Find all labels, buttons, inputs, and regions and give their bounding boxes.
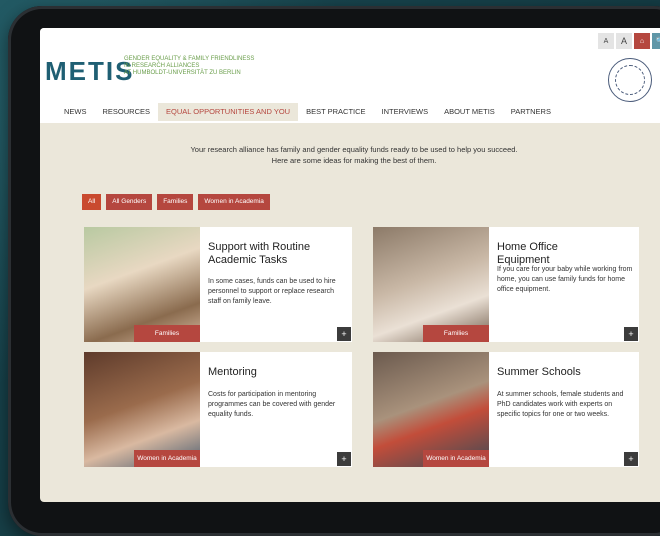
filter-families[interactable]: Families [157, 194, 194, 210]
university-seal-logo [608, 58, 652, 102]
card-title[interactable]: Support with Routine Academic Tasks [208, 241, 318, 267]
card-tag[interactable]: Women in Academia [134, 450, 200, 467]
card-title[interactable]: Home Office Equipment [497, 241, 607, 267]
expand-plus-icon[interactable]: + [337, 327, 351, 341]
font-smaller-button[interactable]: A [598, 33, 614, 49]
expand-plus-icon[interactable]: + [337, 452, 351, 466]
nav-about-metis[interactable]: ABOUT METIS [436, 103, 503, 121]
card-mentoring[interactable]: Mentoring Costs for participation in men… [84, 352, 352, 467]
search-icon[interactable]: 🔍 [652, 33, 660, 49]
metis-logo[interactable]: METIS [45, 56, 134, 87]
card-summer-schools[interactable]: Summer Schools At summer schools, female… [373, 352, 639, 467]
nav-interviews[interactable]: INTERVIEWS [374, 103, 437, 121]
card-tag[interactable]: Families [423, 325, 489, 342]
toolbar: A A ⌂ 🔍 [596, 33, 660, 49]
tablet-frame: METIS GENDER EQUALITY & FAMILY FRIENDLIN… [8, 6, 660, 536]
font-larger-button[interactable]: A [616, 33, 632, 49]
nav-resources[interactable]: RESOURCES [95, 103, 159, 121]
filter-women-in-academia[interactable]: Women in Academia [198, 194, 270, 210]
card-home-office-equipment[interactable]: Home Office Equipment If you care for yo… [373, 227, 639, 342]
card-title[interactable]: Mentoring [208, 366, 318, 379]
home-icon[interactable]: ⌂ [634, 33, 650, 49]
expand-plus-icon[interactable]: + [624, 327, 638, 341]
site-header: METIS GENDER EQUALITY & FAMILY FRIENDLIN… [40, 28, 660, 123]
expand-plus-icon[interactable]: + [624, 452, 638, 466]
filter-all-genders[interactable]: All Genders [106, 194, 153, 210]
nav-news[interactable]: NEWS [56, 103, 95, 121]
card-tag[interactable]: Women in Academia [423, 450, 489, 467]
main-nav: NEWS RESOURCES EQUAL OPPORTUNITIES AND Y… [56, 103, 559, 121]
card-text: Costs for participation in mentoring pro… [208, 391, 336, 418]
nav-best-practice[interactable]: BEST PRACTICE [298, 103, 373, 121]
card-text: If you care for your baby while working … [497, 266, 633, 293]
nav-equal-opportunities[interactable]: EQUAL OPPORTUNITIES AND YOU [158, 103, 299, 121]
filter-all[interactable]: All [82, 194, 102, 210]
site-tagline: GENDER EQUALITY & FAMILY FRIENDLINESS IN… [124, 56, 255, 76]
card-tag[interactable]: Families [134, 325, 200, 342]
filter-bar: All All Genders Families Women in Academ… [82, 194, 275, 210]
nav-partners[interactable]: PARTNERS [503, 103, 559, 121]
browser-screen: METIS GENDER EQUALITY & FAMILY FRIENDLIN… [40, 28, 660, 502]
card-title[interactable]: Summer Schools [497, 366, 607, 379]
intro-text: Your research alliance has family and ge… [190, 145, 518, 165]
card-support-academic-tasks[interactable]: Support with Routine Academic Tasks In s… [84, 227, 352, 342]
card-text: In some cases, funds can be used to hire… [208, 278, 336, 305]
card-text: At summer schools, female students and P… [497, 391, 624, 418]
